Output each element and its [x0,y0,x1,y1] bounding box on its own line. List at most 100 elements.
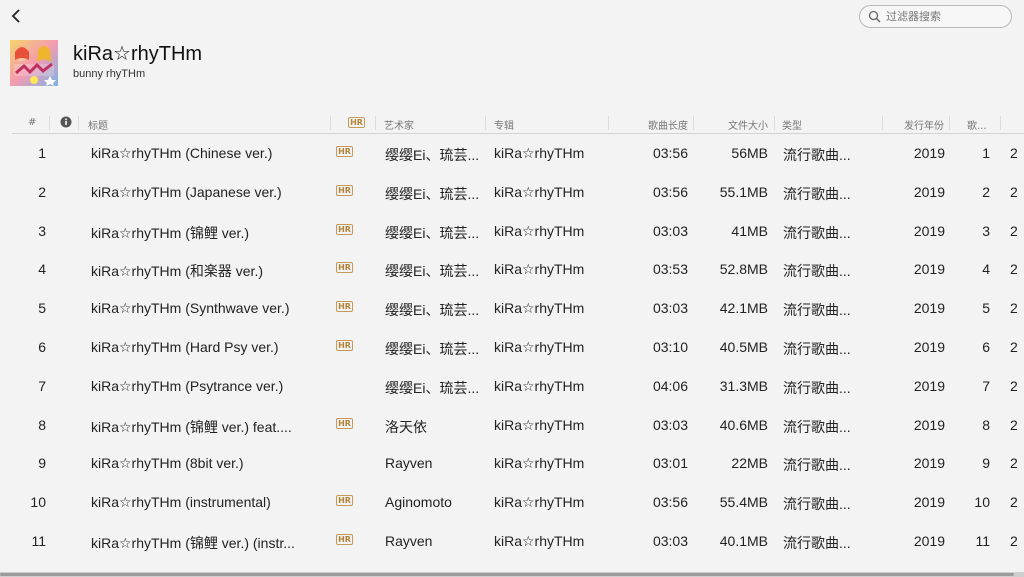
track-size: 55.1MB [719,183,768,200]
column-header-length[interactable]: 歌曲长度 [622,117,688,132]
track-year: 2019 [913,455,945,472]
track-length: 03:01 [652,455,688,472]
column-divider[interactable] [1000,116,1001,130]
table-row[interactable]: 9 kiRa☆rhyTHm (8bit ver.) Rayven kiRa☆rhyTH… [0,444,1024,483]
column-divider[interactable] [882,116,883,130]
track-index: 2 [982,183,990,200]
track-genre: 流行歌曲... [783,147,851,163]
track-title: kiRa☆rhyTHm (8bit ver.) [91,455,244,472]
track-length: 03:56 [652,183,688,200]
track-album: kiRa☆rhyTHm [494,261,585,278]
track-genre: 流行歌曲... [783,263,851,280]
track-artist: 缨缨Ei、琉芸... [385,147,480,163]
table-row[interactable]: 8 kiRa☆rhyTHm (锦鲤 ver.) feat.... 洛天依 kiRa☆r… [0,406,1024,445]
track-disc: 2 [1010,494,1018,511]
track-size: 40.6MB [719,416,768,433]
track-number: 10 [30,494,46,511]
hi-res-badge: HR [336,146,353,157]
track-disc: 2 [1010,145,1018,161]
table-row[interactable]: 5 kiRa☆rhyTHm (Synthwave ver.) 缨缨Ei、琉芸... k… [0,289,1024,328]
track-artist: 缨缨Ei、琉芸... [385,224,480,241]
track-number: 11 [31,533,46,549]
track-artist: 洛天依 [385,418,427,435]
table-row[interactable]: 7 kiRa☆rhyTHm (Psytrance ver.) 缨缨Ei、琉芸... k… [0,367,1024,406]
table-row[interactable]: 2 kiRa☆rhyTHm (Japanese ver.) 缨缨Ei、琉芸... ki… [0,173,1024,212]
track-index: 10 [974,494,990,511]
column-header-info[interactable] [60,116,72,131]
column-divider[interactable] [375,116,376,130]
info-icon [60,116,72,128]
table-row[interactable]: 10 kiRa☆rhyTHm (instrumental) Aginomoto kiR… [0,483,1024,522]
search-box[interactable] [859,5,1012,28]
scrollbar-thumb[interactable] [0,573,1014,576]
column-header-genre[interactable]: 类型 [782,117,802,132]
track-size: 55.4MB [719,494,768,511]
track-number: 3 [38,222,46,239]
track-length: 03:03 [652,222,688,239]
track-year: 2019 [913,145,945,161]
track-index: 9 [982,455,990,472]
column-header-hr[interactable]: HR [348,117,365,128]
track-length: 03:03 [652,416,688,433]
column-divider[interactable] [774,116,775,130]
column-header-title[interactable]: 标题 [88,117,108,132]
track-length: 03:53 [652,261,688,278]
track-album: kiRa☆rhyTHm [494,533,585,549]
track-disc: 2 [1010,533,1018,549]
track-genre: 流行歌曲... [783,302,851,319]
column-header-artist[interactable]: 艺术家 [384,117,414,132]
track-genre: 流行歌曲... [783,418,851,435]
column-header-number[interactable]: # [28,117,36,128]
column-divider[interactable] [608,116,609,130]
track-disc: 2 [1010,300,1018,317]
search-input[interactable] [886,9,1004,24]
table-row[interactable]: 3 kiRa☆rhyTHm (锦鲤 ver.) 缨缨Ei、琉芸... kiRa☆rhy… [0,212,1024,251]
table-row[interactable]: 6 kiRa☆rhyTHm (Hard Psy ver.) 缨缨Ei、琉芸... ki… [0,328,1024,367]
track-artist: 缨缨Ei、琉芸... [385,185,480,202]
track-index: 8 [982,416,990,433]
column-header-track[interactable]: 歌... [967,117,997,132]
track-album: kiRa☆rhyTHm [494,300,585,317]
track-disc: 2 [1010,377,1018,394]
track-title: kiRa☆rhyTHm (Hard Psy ver.) [91,339,279,355]
album-cover [10,40,58,86]
hi-res-badge: HR [336,184,353,196]
hi-res-badge: HR [336,417,353,429]
back-button[interactable] [8,6,26,26]
column-header-size[interactable]: 文件大小 [702,117,768,132]
track-size: 56MB [731,145,768,161]
track-index: 7 [982,377,990,394]
track-title: kiRa☆rhyTHm (Chinese ver.) [91,145,273,161]
track-title: kiRa☆rhyTHm (Japanese ver.) [91,183,282,200]
column-divider[interactable] [78,116,79,130]
hi-res-badge: HR [336,262,353,274]
hi-res-badge: HR [336,223,353,235]
column-header-album[interactable]: 专辑 [494,117,514,132]
track-genre: 流行歌曲... [783,224,851,241]
track-disc: 2 [1010,183,1018,200]
track-genre: 流行歌曲... [783,341,851,357]
album-title: kiRa☆rhyTHm [73,43,203,65]
track-title: kiRa☆rhyTHm (锦鲤 ver.) [91,224,249,241]
chevron-left-icon [11,9,20,23]
table-row[interactable]: 4 kiRa☆rhyTHm (和楽器 ver.) 缨缨Ei、琉芸... kiRa☆rh… [0,250,1024,289]
track-number: 1 [38,145,46,161]
track-year: 2019 [913,533,945,549]
track-title: kiRa☆rhyTHm (和楽器 ver.) [91,263,263,280]
track-album: kiRa☆rhyTHm [494,494,585,511]
track-album: kiRa☆rhyTHm [494,377,585,394]
track-year: 2019 [913,339,945,355]
table-row[interactable]: 11 kiRa☆rhyTHm (锦鲤 ver.) (instr... Rayven k… [0,522,1024,561]
column-divider[interactable] [693,116,694,130]
column-divider[interactable] [330,116,331,130]
table-row[interactable]: 1 kiRa☆rhyTHm (Chinese ver.) 缨缨Ei、琉芸... kiR… [0,134,1024,173]
album-artist: bunny rhyTHm [73,68,146,80]
column-header-year[interactable]: 发行年份 [886,117,944,132]
track-number: 8 [38,416,46,433]
track-size: 52.8MB [719,261,768,278]
track-year: 2019 [913,261,945,278]
track-length: 03:03 [652,300,688,317]
column-divider[interactable] [49,116,50,130]
column-divider[interactable] [485,116,486,130]
column-divider[interactable] [949,116,950,130]
